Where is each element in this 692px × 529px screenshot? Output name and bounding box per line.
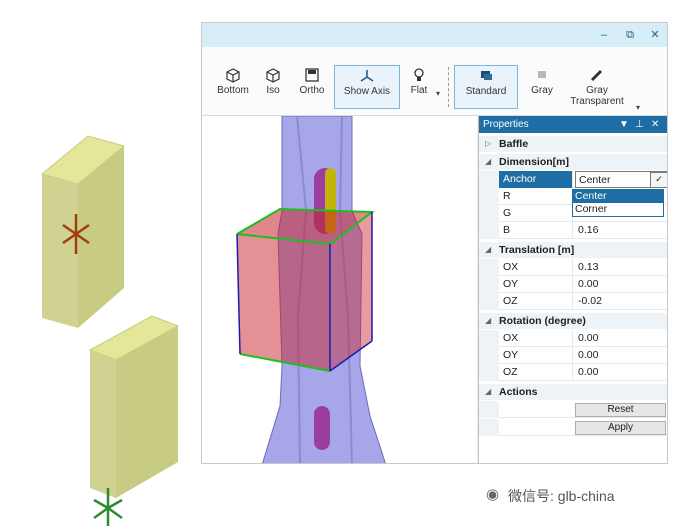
expand-icon: ▷ — [485, 139, 492, 148]
iso-view-button[interactable]: Iso — [258, 65, 288, 109]
viewport-scene — [236, 116, 386, 463]
category-baffle[interactable]: ▷ Baffle — [479, 136, 667, 152]
panel-menu-icon[interactable]: ▼ — [619, 116, 629, 133]
rotation-ox-row[interactable]: OX 0.00 — [479, 330, 667, 347]
anchor-option-corner[interactable]: Corner — [573, 203, 663, 216]
title-bar: – ⧉ ✕ — [202, 23, 667, 47]
ox-key: OX — [499, 259, 573, 276]
chevron-down-icon[interactable]: ✓ — [650, 172, 667, 188]
ortho-view-button[interactable]: Ortho — [294, 65, 330, 109]
rot-ox-key: OX — [499, 330, 573, 347]
collapse-icon: ◢ — [485, 245, 492, 254]
b-key: B — [499, 222, 573, 239]
collapse-icon: ◢ — [485, 387, 492, 396]
b-row[interactable]: B 0.16 — [479, 222, 667, 239]
r-key: R — [499, 188, 573, 205]
3d-viewport[interactable] — [202, 116, 477, 463]
lower-baffle-block — [88, 315, 180, 498]
translation-oz-row[interactable]: OZ -0.02 — [479, 293, 667, 310]
upper-baffle-block — [40, 135, 126, 328]
anchor-option-center[interactable]: Center — [573, 190, 663, 203]
baffle-scene — [40, 135, 180, 526]
properties-title: Properties — [483, 119, 529, 130]
toolbar-separator — [448, 67, 450, 107]
wechat-icon: ◉ — [486, 486, 500, 503]
pin-icon[interactable]: ⊥ — [635, 116, 644, 133]
bottom-view-button[interactable]: Bottom — [210, 65, 256, 109]
minimize-button[interactable]: – — [596, 27, 612, 43]
oz-key: OZ — [499, 293, 573, 310]
anchor-key: Anchor — [499, 171, 573, 188]
ox-value[interactable]: 0.13 — [575, 259, 667, 276]
rot-ox-value[interactable]: 0.00 — [575, 330, 667, 347]
collapse-icon: ◢ — [485, 157, 492, 166]
category-dimension[interactable]: ◢ Dimension[m] — [479, 154, 667, 170]
flat-label: Flat — [410, 85, 428, 96]
apply-button[interactable]: Apply — [575, 421, 666, 435]
translation-label: Translation [m] — [499, 244, 575, 256]
translation-oy-row[interactable]: OY 0.00 — [479, 276, 667, 293]
standard-label: Standard — [465, 86, 507, 97]
ortho-label: Ortho — [299, 85, 325, 96]
dimension-label: Dimension[m] — [499, 156, 570, 168]
cube-bottom-icon — [226, 68, 240, 83]
gray-transparent-label-1: Gray — [586, 85, 608, 96]
rot-oz-value[interactable]: 0.00 — [575, 364, 667, 381]
close-button[interactable]: ✕ — [647, 27, 663, 43]
translation-ox-row[interactable]: OX 0.13 — [479, 259, 667, 276]
gray-transparent-button[interactable]: Gray Transparent — [564, 65, 630, 113]
anchor-dropdown-list: Center Corner — [572, 189, 664, 217]
show-axis-button[interactable]: Show Axis — [334, 65, 400, 109]
bottom-label: Bottom — [217, 85, 249, 96]
gray-label: Gray — [531, 85, 553, 96]
standard-render-icon — [481, 71, 492, 80]
gray-transparent-label-2: Transparent — [570, 96, 624, 107]
restore-button[interactable]: ⧉ — [622, 27, 638, 43]
category-actions[interactable]: ◢ Actions — [479, 384, 667, 400]
b-value[interactable]: 0.16 — [575, 222, 667, 239]
selection-box — [236, 207, 375, 372]
panel-close-icon[interactable]: ✕ — [651, 116, 659, 133]
standard-render-button[interactable]: Standard — [454, 65, 518, 109]
axis-icon — [360, 70, 374, 82]
rotation-oy-row[interactable]: OY 0.00 — [479, 347, 667, 364]
show-axis-label: Show Axis — [343, 86, 391, 97]
rot-oz-key: OZ — [499, 364, 573, 381]
rot-oy-value[interactable]: 0.00 — [575, 347, 667, 364]
properties-header: Properties ▼ ⊥ ✕ — [479, 116, 667, 133]
flat-shading-button[interactable]: Flat — [404, 65, 434, 109]
oy-value[interactable]: 0.00 — [575, 276, 667, 293]
watermark-text: 微信号: glb-china — [508, 488, 615, 504]
app-window: – ⧉ ✕ Bottom Iso Ortho Show Axis Flat ▾ … — [201, 22, 668, 464]
rotation-label: Rotation (degree) — [499, 315, 586, 327]
g-key: G — [499, 205, 573, 222]
bulb-icon — [414, 68, 424, 81]
oy-key: OY — [499, 276, 573, 293]
collapse-icon: ◢ — [485, 316, 492, 325]
gray-render-icon — [538, 71, 546, 78]
view-toolbar: Bottom Iso Ortho Show Axis Flat ▾ Standa… — [202, 47, 667, 116]
cube-ortho-icon — [305, 68, 319, 82]
reset-button[interactable]: Reset — [575, 403, 666, 417]
cube-iso-icon — [266, 68, 280, 83]
iso-label: Iso — [266, 85, 280, 96]
gray-render-button[interactable]: Gray — [524, 65, 560, 109]
flat-dropdown-arrow[interactable]: ▾ — [436, 89, 440, 98]
watermark: ◉ 微信号: glb-china — [486, 486, 615, 506]
properties-panel: Properties ▼ ⊥ ✕ ▷ Baffle ◢ Dimension[m]… — [478, 116, 667, 463]
category-translation[interactable]: ◢ Translation [m] — [479, 242, 667, 258]
rotation-oz-row[interactable]: OZ 0.00 — [479, 364, 667, 381]
anchor-row[interactable]: Anchor Center ✓ — [479, 171, 667, 188]
baffle-label: Baffle — [499, 138, 529, 150]
actions-label: Actions — [499, 386, 538, 398]
oz-value[interactable]: -0.02 — [575, 293, 667, 310]
render-dropdown-arrow[interactable]: ▾ — [636, 103, 640, 112]
rot-oy-key: OY — [499, 347, 573, 364]
category-rotation[interactable]: ◢ Rotation (degree) — [479, 313, 667, 329]
gray-transparent-icon — [590, 69, 603, 82]
